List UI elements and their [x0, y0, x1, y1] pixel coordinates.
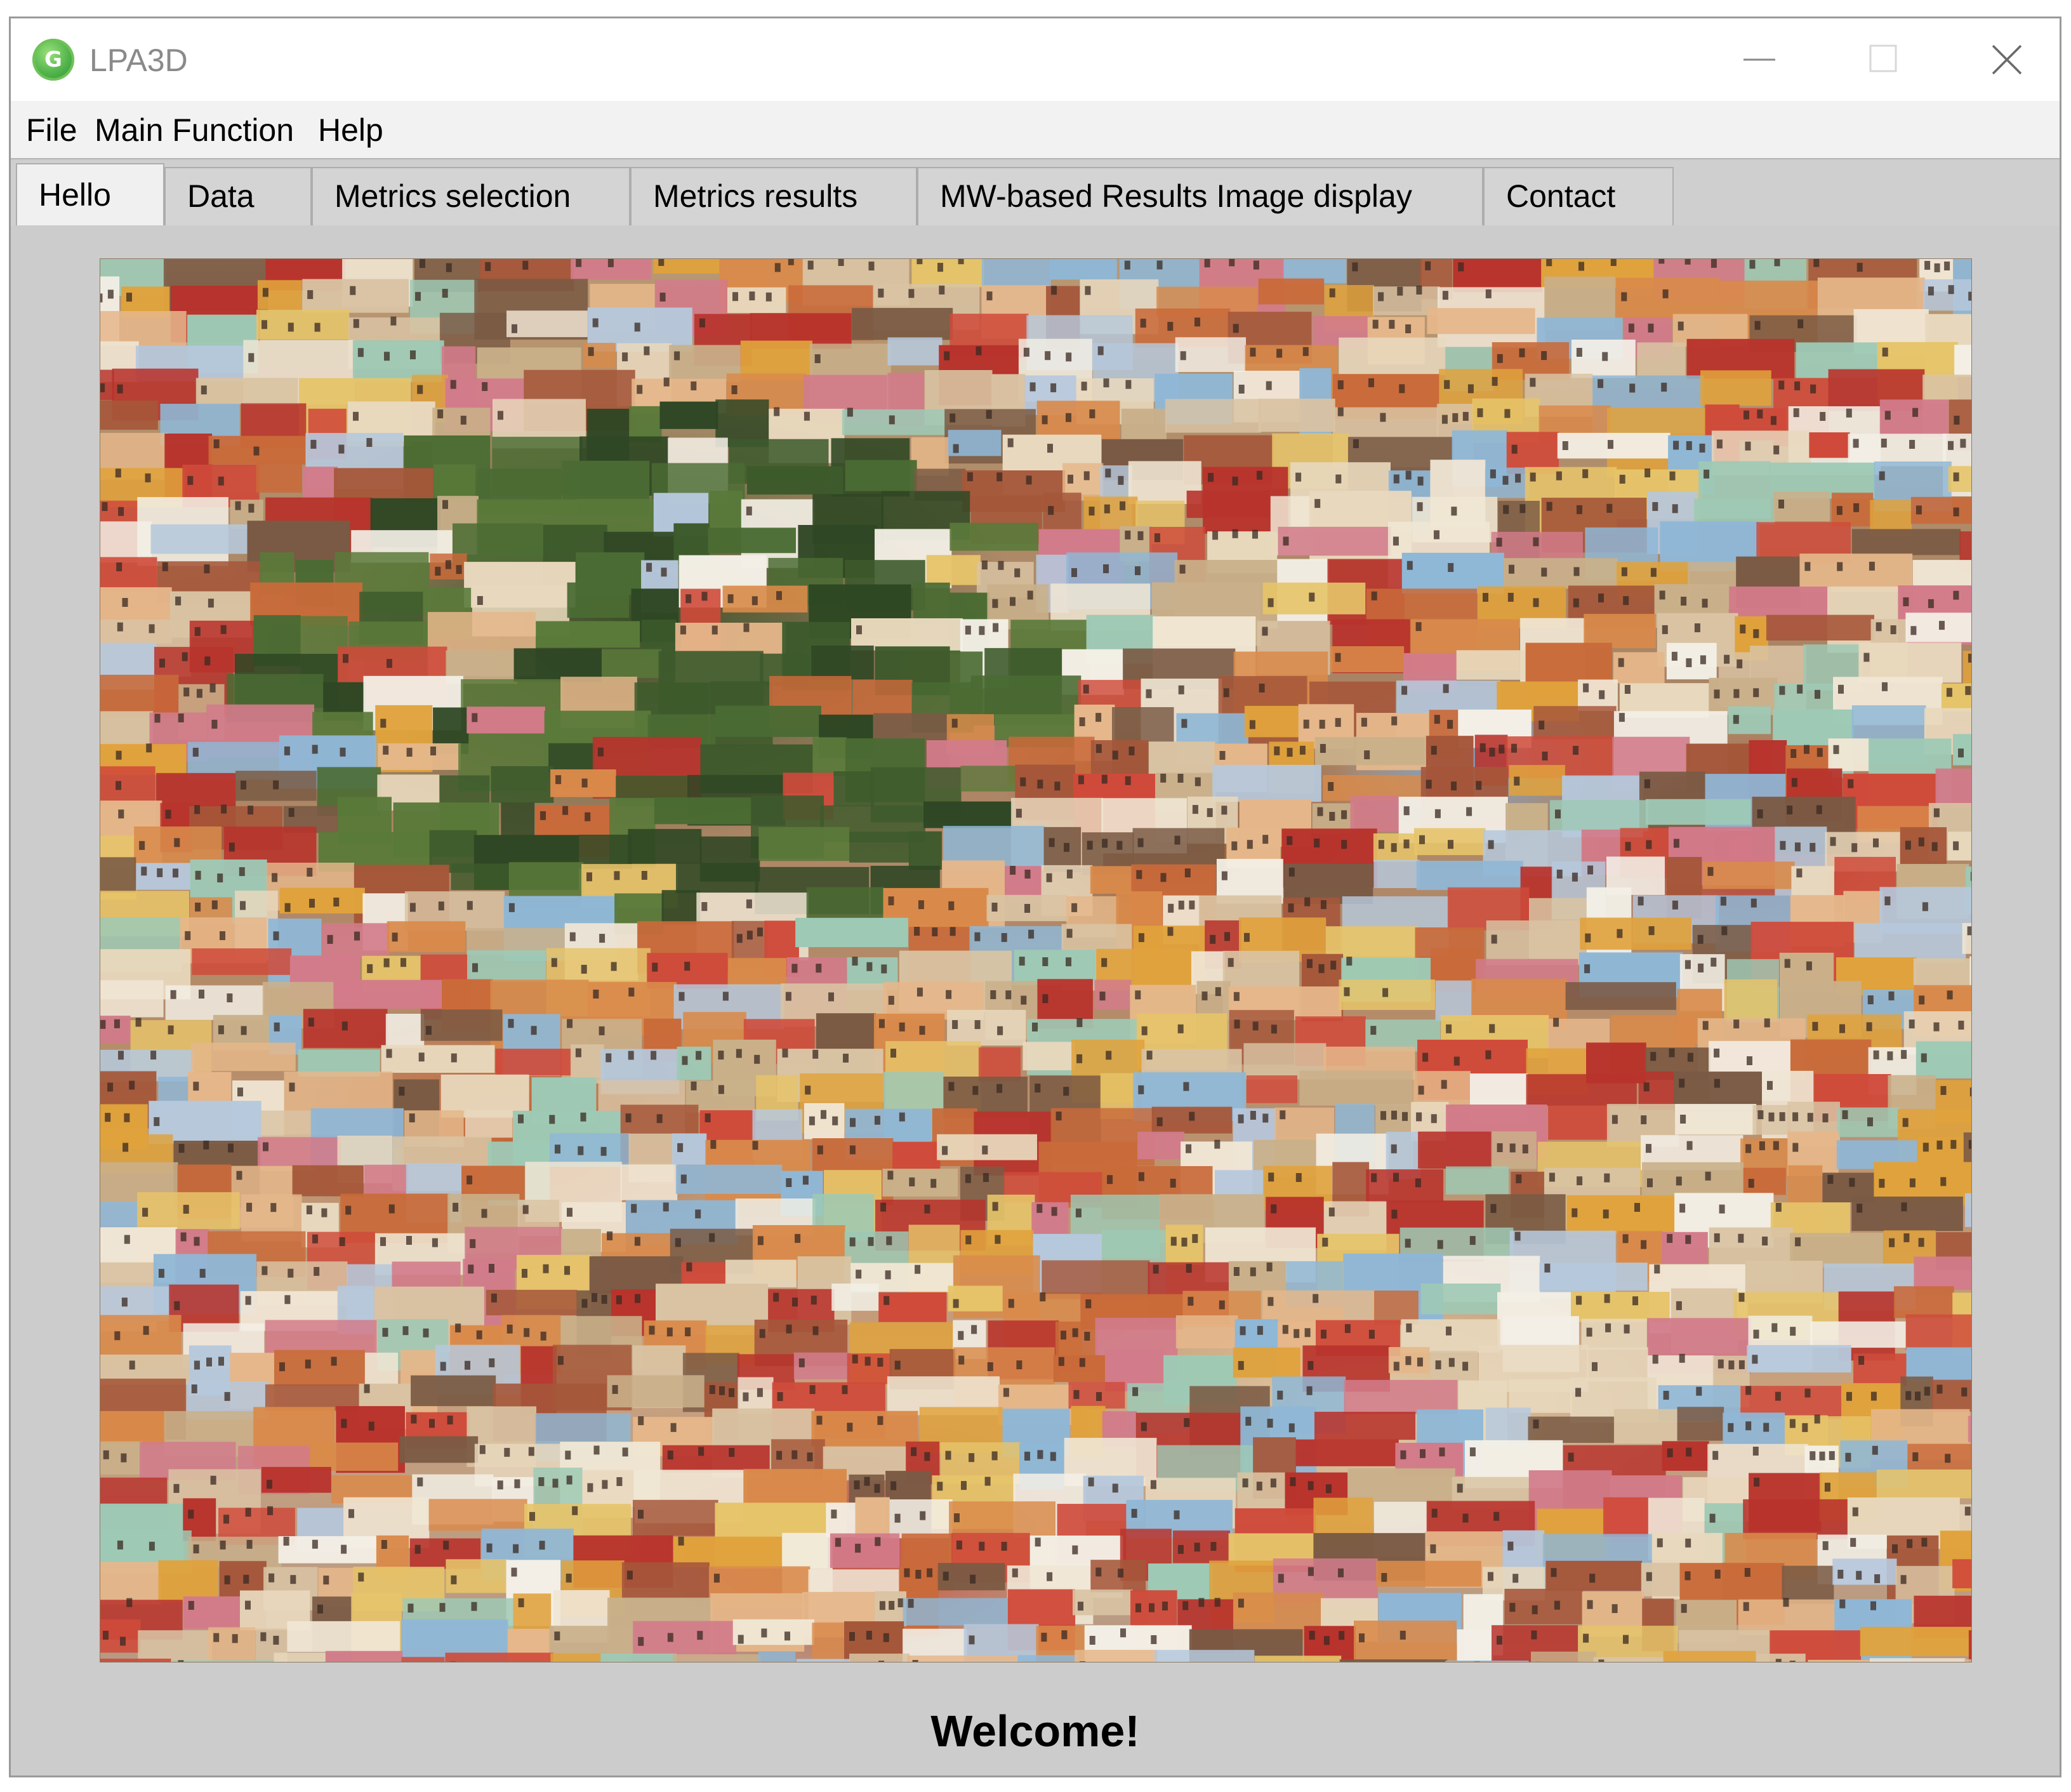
city-photo [100, 258, 1972, 1663]
tab-label: Metrics results [653, 178, 858, 214]
maximize-icon [1869, 44, 1897, 72]
menu-main-function[interactable]: Main Function [95, 111, 294, 149]
welcome-text: Welcome! [930, 1706, 1140, 1756]
tab-strip: Hello Data Metrics selection Metrics res… [11, 161, 2060, 225]
app-window: G LPA3D File Main Function Help Hello Da… [9, 17, 2061, 1777]
close-button[interactable] [1947, 18, 2060, 101]
app-logo-icon: G [32, 39, 74, 81]
tab-metrics-results[interactable]: Metrics results [630, 167, 917, 225]
tab-label: Metrics selection [334, 178, 571, 214]
tab-contact[interactable]: Contact [1483, 167, 1674, 225]
hello-panel: Welcome! [11, 225, 2060, 1775]
minimize-icon [1743, 58, 1775, 61]
tab-label: Contact [1506, 178, 1616, 214]
maximize-button[interactable] [1823, 18, 1943, 101]
menu-bar: File Main Function Help [11, 101, 2060, 159]
title-bar[interactable]: G LPA3D [11, 18, 2060, 101]
city-photo-buildings [100, 258, 1972, 1663]
tab-metrics-selection[interactable]: Metrics selection [312, 167, 630, 225]
tab-label: Data [187, 178, 255, 214]
tab-data[interactable]: Data [164, 167, 312, 225]
menu-help[interactable]: Help [318, 111, 383, 149]
window-title: LPA3D [89, 43, 188, 78]
tab-label: MW-based Results Image display [940, 178, 1412, 214]
menu-file[interactable]: File [26, 111, 77, 149]
tab-label: Hello [39, 177, 111, 213]
minimize-button[interactable] [1699, 18, 1820, 101]
tab-hello[interactable]: Hello [16, 163, 164, 225]
tab-mw-results-image-display[interactable]: MW-based Results Image display [917, 167, 1483, 225]
close-icon [1992, 44, 2022, 75]
